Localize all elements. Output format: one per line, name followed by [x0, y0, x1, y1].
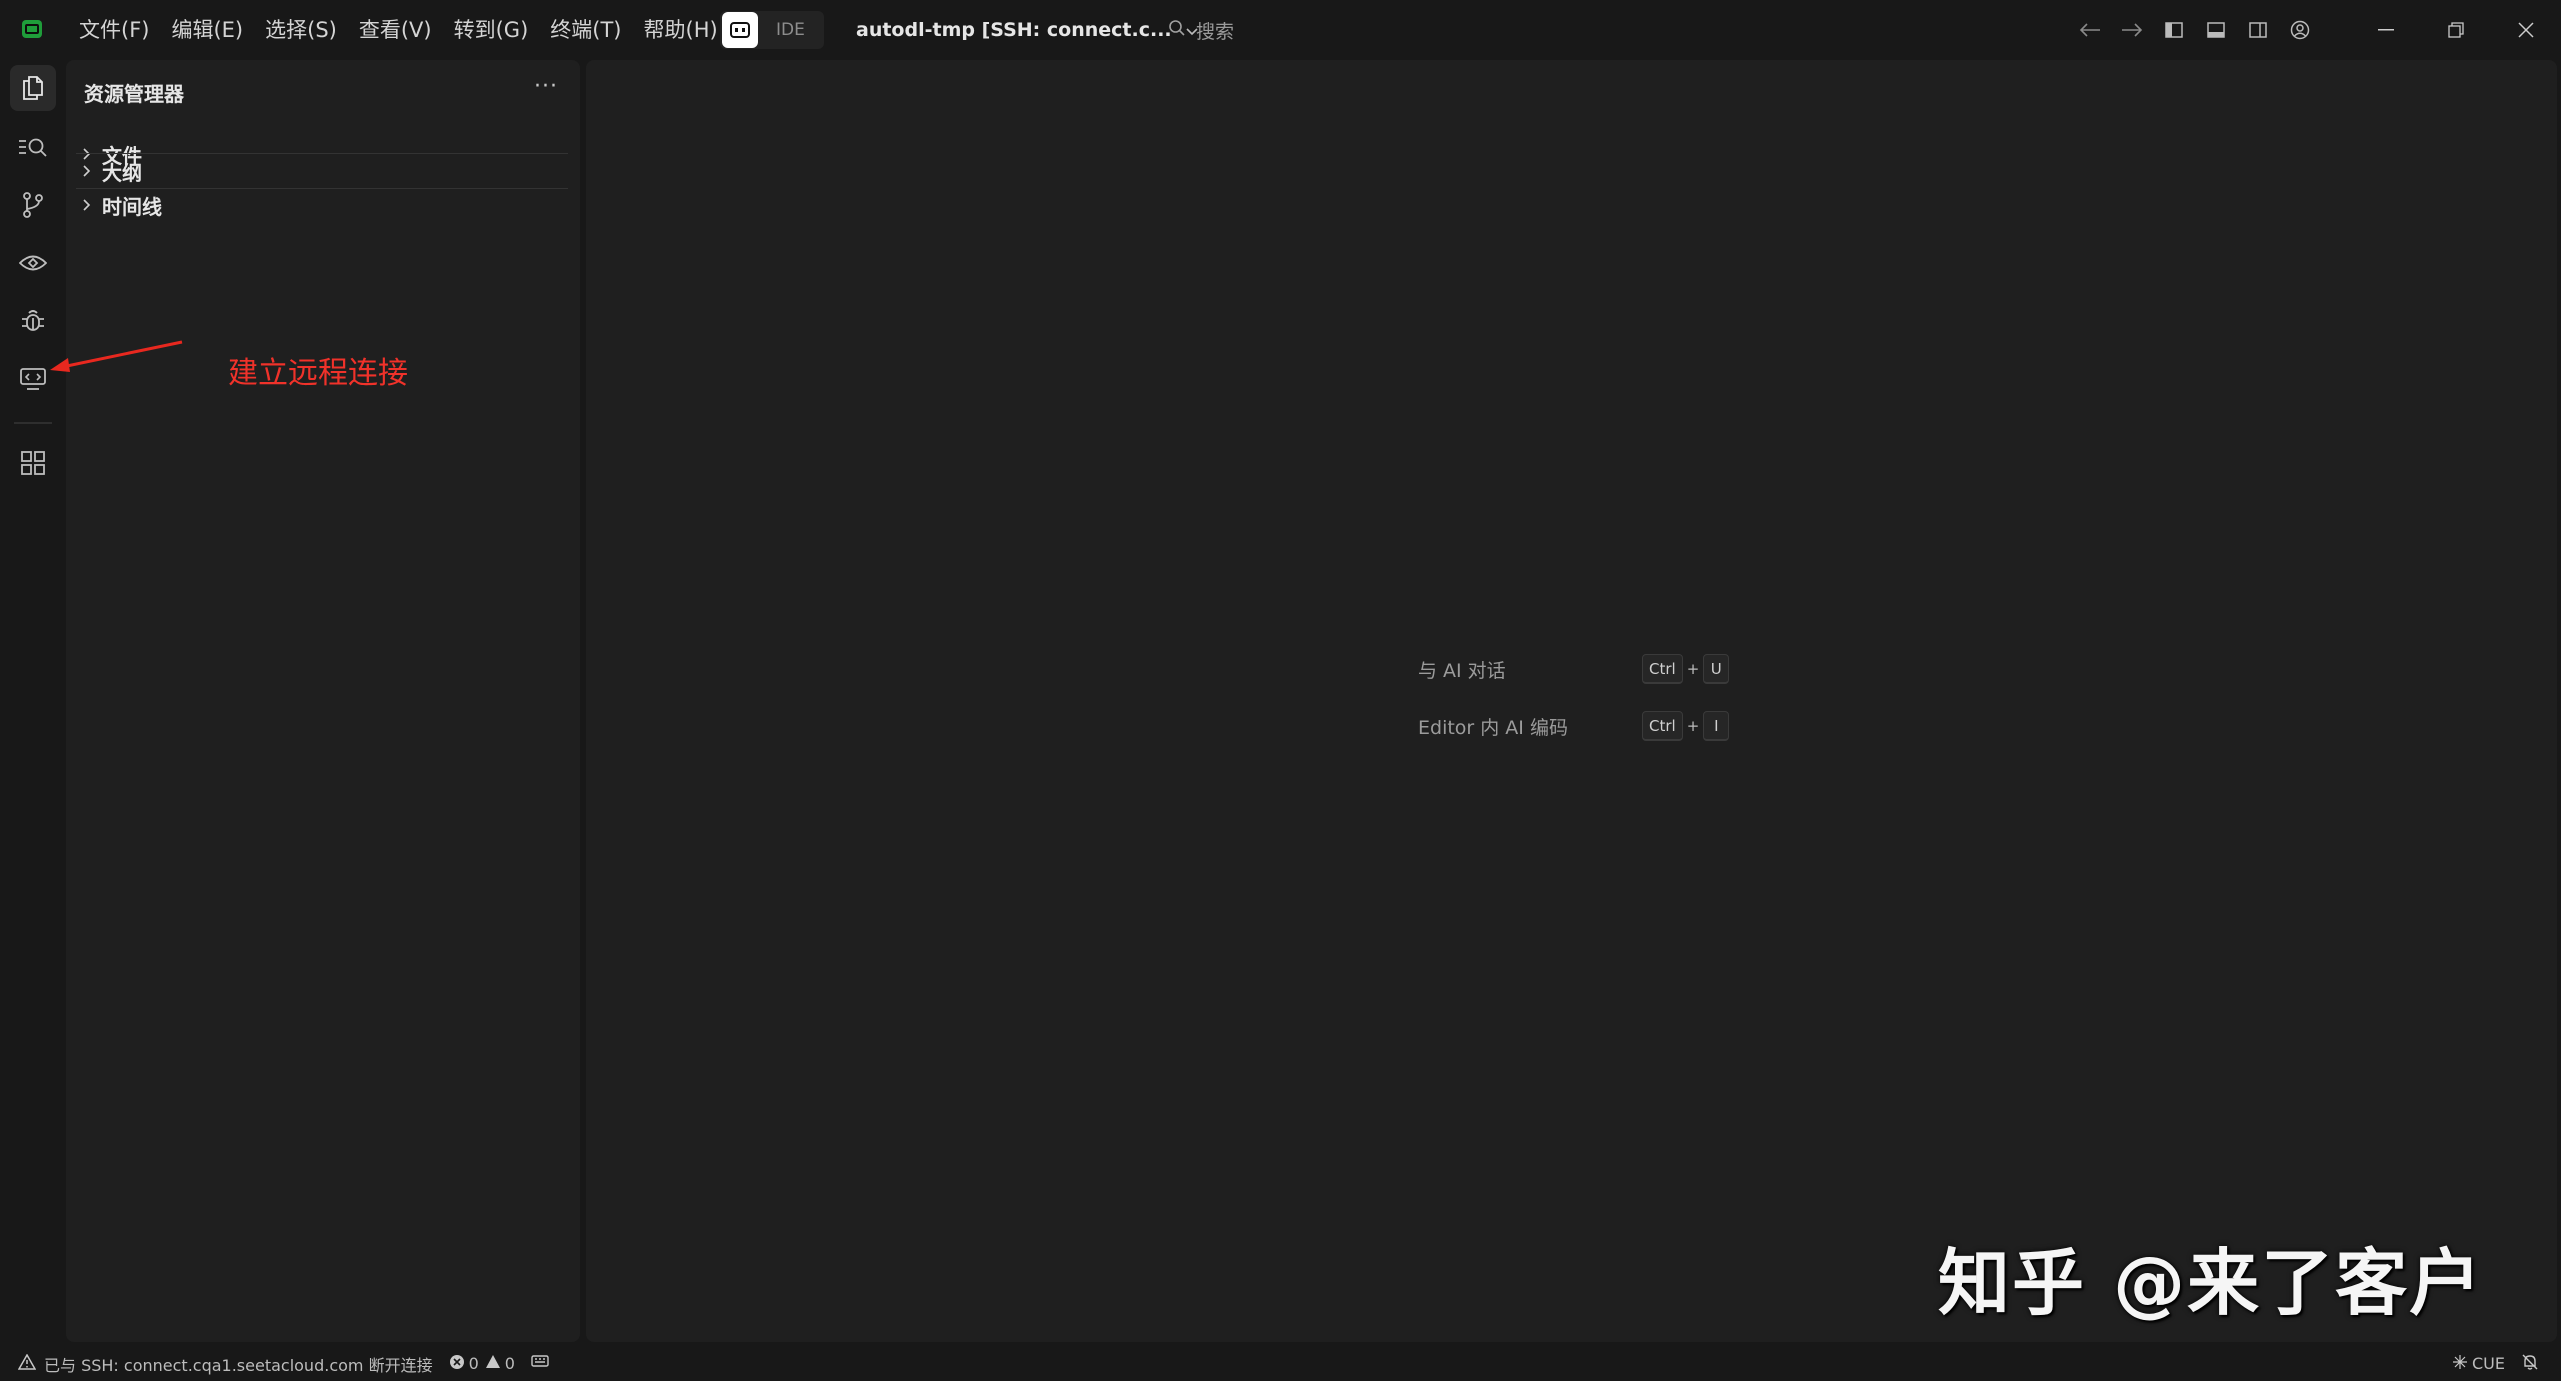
warning-icon [485, 1354, 501, 1373]
toggle-sidebar-icon[interactable] [2153, 0, 2195, 60]
explorer-sidebar: 资源管理器 ··· 文件 大纲 时间线 [66, 60, 580, 1342]
hint-inline-ai-label: Editor 内 AI 编码 [1418, 716, 1568, 739]
error-icon [449, 1354, 465, 1374]
menu-help[interactable]: 帮助(H) [633, 0, 729, 60]
hint-ai-chat-label: 与 AI 对话 [1418, 659, 1506, 682]
chevron-right-icon [76, 165, 98, 177]
chevron-right-icon [76, 199, 98, 211]
bell-slash-icon [2521, 1353, 2539, 1375]
language-mode-label: CUE [2472, 1354, 2505, 1373]
problems-status[interactable]: 0 0 [449, 1354, 515, 1374]
mode-toggle[interactable]: IDE [720, 11, 824, 49]
notifications[interactable] [2521, 1353, 2539, 1375]
shortcut-keys: Ctrl + I [1642, 711, 1730, 741]
key-plus: + [1686, 660, 1700, 678]
warning-count: 0 [504, 1354, 515, 1373]
sidebar-title: 资源管理器 [84, 82, 184, 106]
files-icon[interactable] [10, 65, 56, 111]
source-control-icon[interactable] [10, 182, 56, 228]
key-u: U [1703, 654, 1730, 684]
title-bar-actions [2069, 0, 2561, 60]
warning-icon [17, 1352, 37, 1374]
menu-bar: 文件(F) 编辑(E) 选择(S) 查看(V) 转到(G) 终端(T) 帮助(H… [68, 0, 729, 60]
account-icon[interactable] [2279, 0, 2321, 60]
app-logo-icon [22, 20, 42, 38]
search-icon [1168, 19, 1186, 42]
key-i: I [1703, 711, 1730, 741]
menu-go[interactable]: 转到(G) [443, 0, 540, 60]
search-placeholder: 搜索 [1196, 20, 1235, 43]
section-outline-label: 大纲 [102, 160, 142, 185]
annotation-arrow [40, 335, 190, 379]
annotation-label: 建立远程连接 [228, 356, 408, 391]
arrow-left-icon[interactable] [2069, 0, 2111, 60]
key-ctrl: Ctrl [1642, 711, 1683, 741]
search-icon[interactable] [10, 124, 56, 170]
key-ctrl: Ctrl [1642, 654, 1683, 684]
activity-bar [0, 60, 66, 1346]
remote-status-text: 已与 SSH: connect.cqa1.seetacloud.com 断开连接 [44, 1355, 433, 1375]
extensions-icon[interactable] [10, 440, 56, 486]
menu-selection[interactable]: 选择(S) [254, 0, 348, 60]
restore-icon[interactable] [2421, 0, 2491, 60]
toggle-panel-icon[interactable] [2195, 0, 2237, 60]
status-bar: 已与 SSH: connect.cqa1.seetacloud.com 断开连接… [0, 1346, 2561, 1381]
menu-file[interactable]: 文件(F) [68, 0, 160, 60]
workspace-title-text: autodl-tmp [SSH: connect.c... [856, 19, 1172, 41]
minimize-icon[interactable] [2351, 0, 2421, 60]
key-plus: + [1686, 717, 1700, 735]
language-mode[interactable]: CUE [2452, 1354, 2505, 1374]
activity-separator [14, 422, 52, 424]
arrow-right-icon[interactable] [2111, 0, 2153, 60]
section-outline[interactable]: 大纲 [76, 154, 568, 188]
eye-icon[interactable] [10, 240, 56, 286]
command-search[interactable]: 搜索 [1168, 16, 1234, 44]
editor-area[interactable]: 与 AI 对话 Ctrl + U Editor 内 AI 编码 Ctrl + I [586, 60, 2557, 1342]
watermark: 知乎 @来了客户 [1938, 1241, 2484, 1325]
sparkle-icon [2452, 1354, 2468, 1374]
menu-view[interactable]: 查看(V) [348, 0, 443, 60]
ide-mode-label[interactable]: IDE [776, 20, 805, 40]
hint-ai-chat: 与 AI 对话 Ctrl + U [1418, 652, 1730, 686]
shortcut-keys: Ctrl + U [1642, 654, 1730, 684]
close-icon[interactable] [2491, 0, 2561, 60]
ai-mode-icon[interactable] [722, 12, 758, 48]
ports-status[interactable] [531, 1354, 549, 1373]
section-timeline[interactable]: 时间线 [76, 188, 568, 222]
title-bar: 文件(F) 编辑(E) 选择(S) 查看(V) 转到(G) 终端(T) 帮助(H… [0, 0, 2561, 60]
menu-edit[interactable]: 编辑(E) [160, 0, 254, 60]
more-actions-icon[interactable]: ··· [534, 74, 558, 99]
hint-inline-ai: Editor 内 AI 编码 Ctrl + I [1418, 709, 1730, 743]
menu-terminal[interactable]: 终端(T) [539, 0, 632, 60]
toggle-secondary-sidebar-icon[interactable] [2237, 0, 2279, 60]
error-count: 0 [468, 1354, 479, 1373]
workspace-title[interactable]: autodl-tmp [SSH: connect.c... [856, 0, 1198, 60]
keyboard-icon [531, 1354, 549, 1373]
remote-status[interactable]: 已与 SSH: connect.cqa1.seetacloud.com 断开连接 [17, 1352, 433, 1376]
section-timeline-label: 时间线 [102, 194, 162, 219]
